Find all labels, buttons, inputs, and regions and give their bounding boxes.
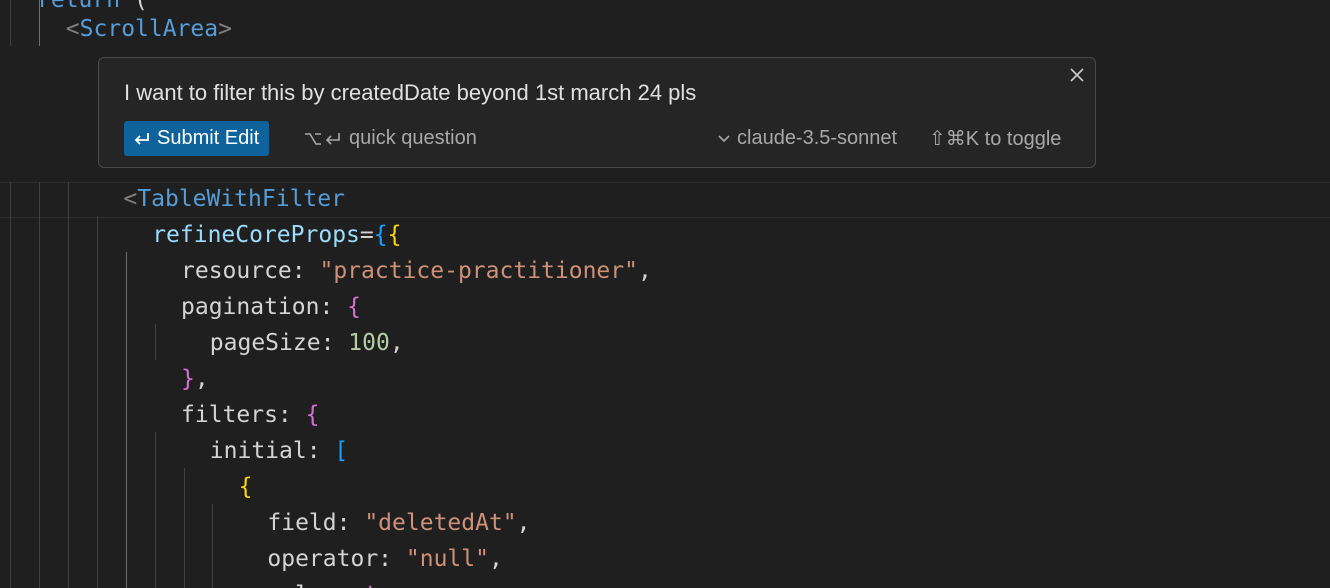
code-token: operator: — [267, 546, 406, 572]
code-line[interactable]: pagination: { — [181, 289, 361, 325]
close-icon — [1070, 68, 1084, 82]
inline-edit-prompt: I want to filter this by createdDate bey… — [98, 57, 1096, 168]
code-line[interactable]: initial: [ — [210, 433, 348, 469]
indent-guide — [155, 324, 156, 360]
code-token: { — [305, 402, 320, 428]
code-token: , — [488, 546, 503, 572]
code-token: { — [238, 474, 253, 500]
option-enter-icon — [305, 132, 340, 145]
code-token: , — [194, 366, 209, 392]
code-line[interactable]: field: "deletedAt", — [267, 505, 530, 541]
code-token: filters: — [181, 402, 306, 428]
prompt-input[interactable]: I want to filter this by createdDate bey… — [124, 80, 696, 106]
code-token: { — [387, 222, 402, 248]
code-token: TableWithFilter — [137, 186, 345, 212]
code-token: , — [389, 330, 404, 356]
code-token: resource: — [181, 258, 320, 284]
close-button[interactable] — [1065, 63, 1089, 87]
code-token: { — [347, 294, 362, 320]
code-token: > — [218, 16, 232, 42]
code-token: t — [364, 582, 378, 588]
submit-edit-label: Submit Edit — [157, 127, 260, 149]
model-selector[interactable]: claude-3.5-sonnet — [717, 121, 897, 156]
code-token: "null" — [405, 546, 489, 572]
code-token: value: — [267, 582, 364, 588]
code-line[interactable]: <TableWithFilter — [123, 181, 345, 217]
quick-question-label: quick question — [349, 127, 477, 149]
toggle-shortcut-hint: ⇧⌘K to toggle — [929, 121, 1061, 156]
code-editor[interactable]: return (<ScrollArea> <TableWithFilter refi… — [0, 0, 1330, 588]
submit-edit-button[interactable]: Submit Edit — [124, 121, 270, 156]
indent-guide — [10, 182, 11, 588]
code-line[interactable]: value: t — [267, 577, 378, 588]
code-token: "deletedAt" — [364, 510, 517, 536]
code-token: < — [65, 16, 80, 42]
indent-guide — [155, 432, 156, 588]
indent-guide — [39, 182, 40, 588]
code-token: 100 — [348, 330, 390, 356]
code-line[interactable]: resource: "practice-practitioner", — [181, 253, 652, 289]
code-line[interactable]: operator: "null", — [267, 541, 502, 577]
code-token: , — [516, 510, 531, 536]
code-token: , — [637, 258, 652, 284]
indent-guide — [212, 504, 213, 588]
code-line[interactable]: <ScrollArea> — [66, 11, 232, 47]
code-token: ScrollArea — [79, 16, 219, 42]
chevron-down-icon — [718, 134, 730, 142]
code-token: < — [123, 186, 138, 212]
toggle-hint-label: ⇧⌘K to toggle — [929, 128, 1062, 150]
code-token: [ — [334, 438, 349, 464]
code-line[interactable]: { — [239, 469, 253, 505]
code-line[interactable]: pageSize: 100, — [210, 325, 404, 361]
indent-guide — [184, 468, 185, 588]
quick-question-button[interactable]: quick question — [303, 121, 477, 156]
code-token: initial: — [209, 438, 335, 464]
code-token: field: — [267, 510, 365, 536]
code-token: pagination: — [181, 294, 348, 320]
code-line[interactable]: refineCoreProps={{ — [152, 217, 401, 253]
model-label: claude-3.5-sonnet — [737, 127, 898, 149]
enter-icon — [134, 132, 149, 145]
code-token: pageSize: — [209, 330, 349, 356]
code-line[interactable]: }, — [181, 361, 209, 397]
code-token: { — [373, 222, 388, 248]
code-token: = — [359, 222, 374, 248]
code-token: refineCoreProps — [152, 222, 360, 248]
indent-guide — [68, 182, 69, 588]
code-token: } — [181, 366, 195, 392]
code-token: "practice-practitioner" — [319, 258, 638, 284]
indent-guide — [97, 216, 98, 588]
indent-guide — [10, 0, 11, 46]
indent-guide — [126, 252, 127, 588]
code-line[interactable]: filters: { — [181, 397, 319, 433]
